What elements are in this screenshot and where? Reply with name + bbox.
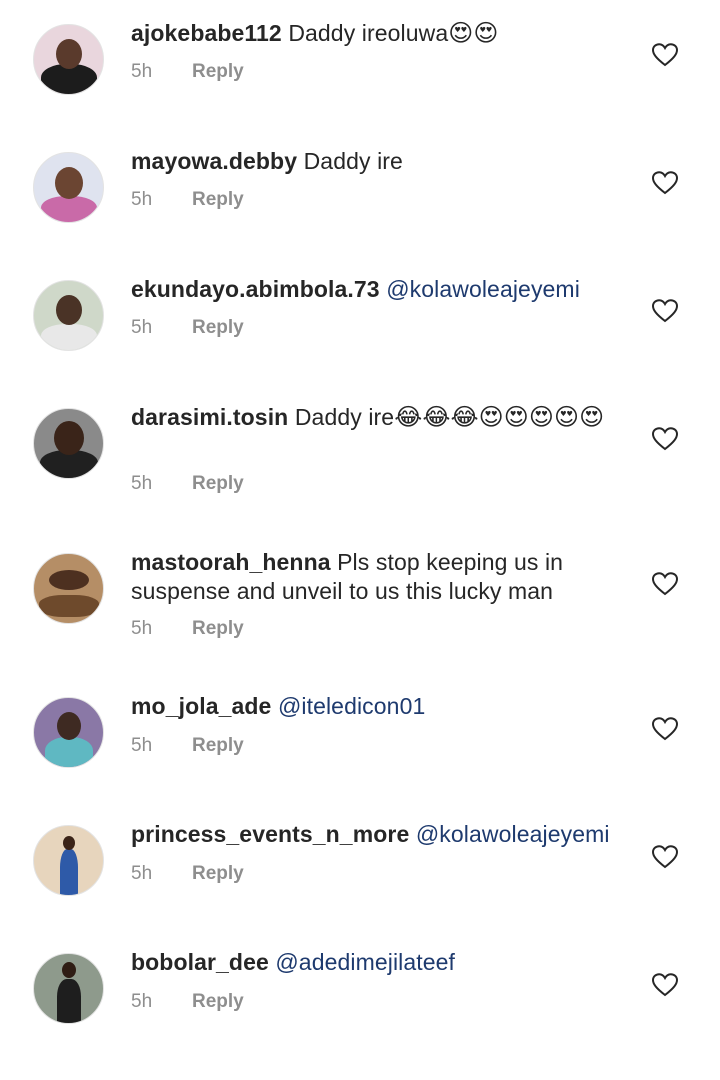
comment-username[interactable]: bobolar_dee <box>131 949 269 975</box>
reply-button[interactable]: Reply <box>192 991 244 1013</box>
comment-timestamp: 5h <box>131 863 153 884</box>
reply-button[interactable]: Reply <box>192 317 244 339</box>
comment-text: Daddy ire <box>303 148 403 174</box>
avatar[interactable] <box>33 825 104 896</box>
heart-eyes-emoji: 😍😍 <box>448 19 499 47</box>
heart-icon[interactable] <box>652 427 678 451</box>
reply-button[interactable]: Reply <box>192 189 244 211</box>
comment-username[interactable]: mo_jola_ade <box>131 693 271 719</box>
comment-username[interactable]: darasimi.tosin <box>131 404 288 430</box>
mention-link[interactable]: @iteledicon01 <box>278 693 425 719</box>
comment-timestamp: 5h <box>131 618 153 639</box>
comment-username[interactable]: princess_events_n_more <box>131 821 409 847</box>
comment-timestamp: 5h <box>131 991 153 1012</box>
avatar[interactable] <box>33 280 104 351</box>
heart-icon[interactable] <box>652 43 678 67</box>
heart-icon[interactable] <box>652 171 678 195</box>
reply-button[interactable]: Reply <box>192 618 244 640</box>
avatar[interactable] <box>33 24 104 95</box>
avatar[interactable] <box>33 697 104 768</box>
comments-list: ajokebabe112 Daddy ireoluwa😍😍 5h Reply m… <box>0 0 720 1080</box>
comment-text: Daddy ire <box>294 404 395 430</box>
reply-button[interactable]: Reply <box>192 863 244 885</box>
comment-timestamp: 5h <box>131 735 153 756</box>
comment-username[interactable]: mastoorah_henna <box>131 549 331 575</box>
comment-username[interactable]: ekundayo.abimbola.73 <box>131 276 380 302</box>
comment-username[interactable]: mayowa.debby <box>131 148 297 174</box>
heart-icon[interactable] <box>652 973 678 997</box>
comment-timestamp: 5h <box>131 189 153 210</box>
comment-timestamp: 5h <box>131 473 153 494</box>
avatar[interactable] <box>33 152 104 223</box>
tears-of-joy-emoji: 😂😂😂😍😍😍😍😍 <box>394 403 605 431</box>
comment-timestamp: 5h <box>131 61 153 82</box>
mention-link[interactable]: @kolawoleajeyemi <box>416 821 610 847</box>
avatar[interactable] <box>33 408 104 479</box>
comment-username[interactable]: ajokebabe112 <box>131 20 282 46</box>
reply-button[interactable]: Reply <box>192 61 244 83</box>
mention-link[interactable]: @adedimejilateef <box>275 949 455 975</box>
comment-text: Daddy ireoluwa <box>288 20 449 46</box>
avatar[interactable] <box>33 553 104 624</box>
comment-timestamp: 5h <box>131 317 153 338</box>
reply-button[interactable]: Reply <box>192 735 244 757</box>
reply-button[interactable]: Reply <box>192 473 244 495</box>
heart-icon[interactable] <box>652 299 678 323</box>
heart-icon[interactable] <box>652 845 678 869</box>
mention-link[interactable]: @kolawoleajeyemi <box>386 276 580 302</box>
avatar[interactable] <box>33 953 104 1024</box>
heart-icon[interactable] <box>652 717 678 741</box>
heart-icon[interactable] <box>652 572 678 596</box>
